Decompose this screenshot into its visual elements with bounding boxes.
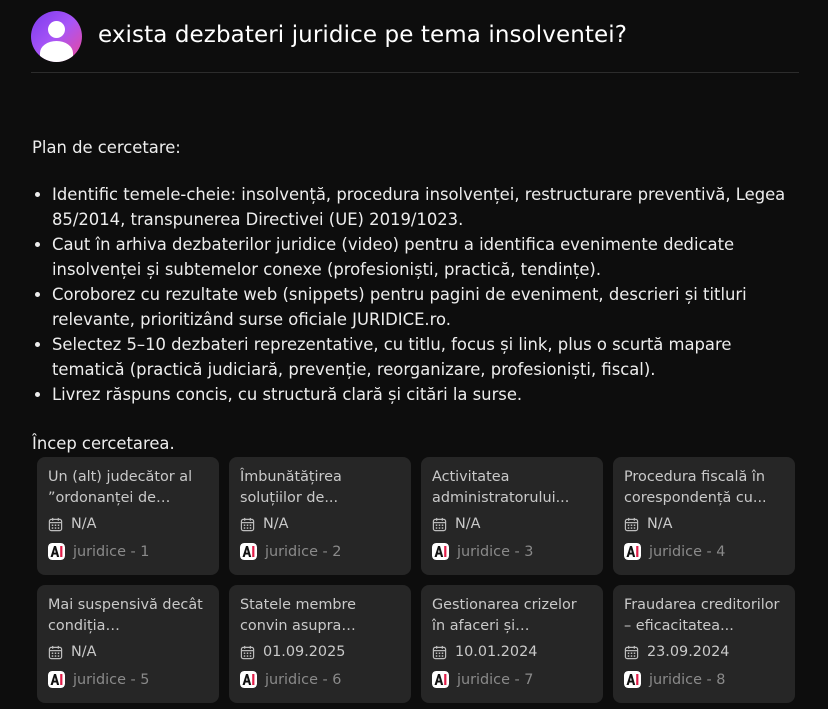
source-card-date: N/A bbox=[48, 644, 208, 660]
plan-list: Identific temele-cheie: insolvență, proc… bbox=[32, 182, 802, 407]
source-card-date: N/A bbox=[48, 516, 208, 532]
source-card[interactable]: Îmbunătățirea soluțiilor de... N/A jurid… bbox=[229, 457, 411, 575]
plan-item: Caut în arhiva dezbaterilor juridice (vi… bbox=[52, 232, 802, 282]
calendar-icon bbox=[48, 517, 63, 531]
ai-logo-icon bbox=[240, 671, 257, 688]
ai-logo-icon bbox=[48, 543, 65, 560]
source-card-source-text: juridice - 2 bbox=[265, 543, 342, 560]
source-card-source: juridice - 4 bbox=[624, 543, 784, 560]
source-card-title: Un (alt) judecător al ”ordonanței de pla… bbox=[48, 469, 193, 506]
source-card-date: 10.01.2024 bbox=[432, 644, 592, 660]
source-card-source-text: juridice - 8 bbox=[649, 671, 726, 688]
source-card-source-text: juridice - 7 bbox=[457, 671, 534, 688]
source-card[interactable]: Un (alt) judecător al ”ordonanței de pla… bbox=[37, 457, 219, 575]
source-card-title: Îmbunătățirea soluțiilor de... bbox=[240, 469, 342, 506]
plan-item: Coroborez cu rezultate web (snippets) pe… bbox=[52, 282, 802, 332]
source-card-title: Mai suspensivă decât condiția suspensivă… bbox=[48, 597, 203, 634]
source-card[interactable]: Fraudarea creditorilor – eficacitatea...… bbox=[613, 585, 795, 703]
plan-title: Plan de cercetare: bbox=[32, 138, 181, 157]
source-card-source: juridice - 6 bbox=[240, 671, 400, 688]
calendar-icon bbox=[48, 645, 63, 659]
source-card-date-text: N/A bbox=[263, 516, 289, 532]
assistant-response: Plan de cercetare: Identific temele-chei… bbox=[32, 135, 802, 456]
source-card-title: Activitatea administratorului... bbox=[432, 469, 570, 506]
source-card[interactable]: Mai suspensivă decât condiția suspensivă… bbox=[37, 585, 219, 703]
calendar-icon bbox=[432, 517, 447, 531]
source-card-title: Statele membre convin asupra poziție... bbox=[240, 597, 356, 634]
source-card[interactable]: Activitatea administratorului... N/A jur… bbox=[421, 457, 603, 575]
source-card-date-text: N/A bbox=[71, 644, 97, 660]
calendar-icon bbox=[240, 645, 255, 659]
source-card-source: juridice - 8 bbox=[624, 671, 784, 688]
user-question: exista dezbateri juridice pe tema insolv… bbox=[98, 22, 628, 48]
source-card-date: 01.09.2025 bbox=[240, 644, 400, 660]
start-text: Încep cercetarea. bbox=[32, 434, 175, 453]
user-avatar-icon bbox=[31, 11, 82, 62]
plan-item: Selectez 5–10 dezbateri reprezentative, … bbox=[52, 332, 802, 382]
source-card-source-text: juridice - 4 bbox=[649, 543, 726, 560]
ai-logo-icon bbox=[48, 671, 65, 688]
source-card-source: juridice - 1 bbox=[48, 543, 208, 560]
source-card[interactable]: Statele membre convin asupra poziție... … bbox=[229, 585, 411, 703]
ai-logo-icon bbox=[624, 543, 641, 560]
ai-logo-icon bbox=[432, 671, 449, 688]
source-card-title: Gestionarea crizelor în afaceri și preve… bbox=[432, 597, 577, 634]
source-card-date: N/A bbox=[240, 516, 400, 532]
source-card-date-text: N/A bbox=[71, 516, 97, 532]
source-card-title: Procedura fiscală în corespondență cu... bbox=[624, 469, 767, 506]
source-card-date: 23.09.2024 bbox=[624, 644, 784, 660]
source-card-source-text: juridice - 6 bbox=[265, 671, 342, 688]
calendar-icon bbox=[240, 517, 255, 531]
chat-header: exista dezbateri juridice pe tema insolv… bbox=[31, 11, 799, 73]
source-card-date-text: N/A bbox=[647, 516, 673, 532]
source-card-date-text: 10.01.2024 bbox=[455, 644, 538, 660]
source-card-date-text: 01.09.2025 bbox=[263, 644, 346, 660]
source-card-source: juridice - 7 bbox=[432, 671, 592, 688]
source-card-date-text: 23.09.2024 bbox=[647, 644, 730, 660]
plan-item: Identific temele-cheie: insolvență, proc… bbox=[52, 182, 802, 232]
source-card-title: Fraudarea creditorilor – eficacitatea... bbox=[624, 597, 780, 634]
source-card-date: N/A bbox=[624, 516, 784, 532]
source-card[interactable]: Gestionarea crizelor în afaceri și preve… bbox=[421, 585, 603, 703]
ai-logo-icon bbox=[432, 543, 449, 560]
ai-logo-icon bbox=[240, 543, 257, 560]
ai-logo-icon bbox=[624, 671, 641, 688]
source-card[interactable]: Procedura fiscală în corespondență cu...… bbox=[613, 457, 795, 575]
calendar-icon bbox=[624, 645, 639, 659]
source-card-date-text: N/A bbox=[455, 516, 481, 532]
calendar-icon bbox=[624, 517, 639, 531]
source-cards-grid: Un (alt) judecător al ”ordonanței de pla… bbox=[37, 457, 795, 703]
source-card-source-text: juridice - 3 bbox=[457, 543, 534, 560]
source-card-source: juridice - 5 bbox=[48, 671, 208, 688]
source-card-source-text: juridice - 1 bbox=[73, 543, 150, 560]
source-card-source: juridice - 2 bbox=[240, 543, 400, 560]
calendar-icon bbox=[432, 645, 447, 659]
plan-item: Livrez răspuns concis, cu structură clar… bbox=[52, 382, 802, 407]
source-card-source-text: juridice - 5 bbox=[73, 671, 150, 688]
source-card-source: juridice - 3 bbox=[432, 543, 592, 560]
source-card-date: N/A bbox=[432, 516, 592, 532]
